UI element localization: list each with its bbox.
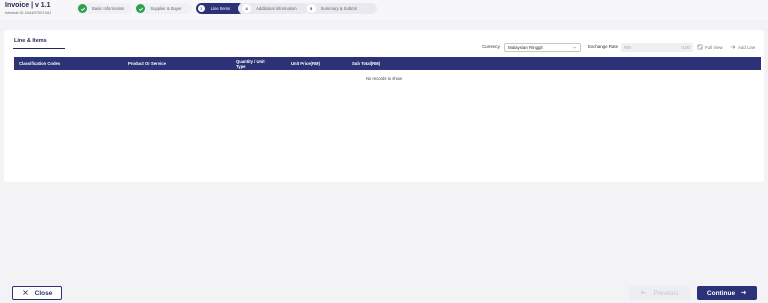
exchange-rate-prefix: RM (624, 45, 631, 50)
step-supplier-buyer[interactable]: Supplier & Buyer (134, 3, 192, 14)
check-icon (78, 4, 87, 13)
empty-table-message: No records to show (365, 76, 403, 81)
full-view-button[interactable]: Full View (697, 43, 723, 52)
column-header[interactable]: Unit Price(RM) (291, 57, 320, 70)
exchange-rate-value: 0.00 (681, 45, 690, 50)
close-icon (22, 289, 35, 298)
stepper: Basic Information Supplier & Buyer 3 Lin… (76, 3, 377, 14)
continue-button[interactable]: Continue (697, 286, 757, 300)
add-line-label: Add Line (738, 45, 756, 50)
step-label: Basic Information (92, 6, 125, 11)
full-view-label: Full View (705, 45, 723, 50)
chevron-down-icon (572, 45, 577, 51)
step-label: Line Items (210, 6, 231, 11)
add-line-button[interactable]: Add Line (730, 43, 755, 52)
step-line-items[interactable]: 3 Line Items (195, 3, 245, 14)
step-basic-information[interactable]: Basic Information (76, 3, 133, 14)
column-header[interactable]: Sub Total(RM) (352, 57, 380, 70)
line-items-card: Line & Items Currency Malaysian Ringgit … (4, 30, 764, 182)
tab-line-items[interactable]: Line & Items (14, 38, 47, 44)
arrow-right-icon (730, 44, 738, 51)
column-header[interactable]: Quantity / Unit Type (236, 57, 266, 70)
previous-label: Previous (653, 289, 679, 297)
exchange-rate-label: Exchange Rate (588, 44, 619, 49)
internal-id: Internal ID 244497007441 (5, 10, 52, 15)
step-number: 3 (196, 4, 206, 13)
tab-underline (13, 48, 65, 49)
step-number: 4 (242, 4, 252, 13)
step-label: Additional Information (256, 6, 297, 11)
check-icon (136, 4, 146, 13)
step-summary-submit[interactable]: 5 Summary & Submit (304, 3, 377, 14)
column-header[interactable]: Classification Codes (19, 57, 60, 70)
column-header[interactable]: Product Or Service (128, 57, 166, 70)
page-header: Invoice | v 1.1 Internal ID 244497007441… (0, 0, 768, 20)
step-additional-information[interactable]: 4 Additional Information (238, 3, 309, 14)
invoice-title: Invoice | v 1.1 (5, 2, 51, 9)
step-number: 5 (306, 4, 316, 13)
currency-select[interactable]: Malaysian Ringgit (504, 43, 581, 52)
previous-button[interactable]: Previous (629, 286, 690, 300)
close-label: Close (34, 289, 53, 297)
continue-label: Continue (706, 289, 736, 297)
step-label: Supplier & Buyer (150, 6, 182, 11)
currency-label: Currency (482, 44, 500, 49)
close-button[interactable]: Close (12, 286, 62, 300)
exchange-rate-input[interactable]: RM 0.00 (621, 43, 693, 52)
currency-value: Malaysian Ringgit (508, 45, 543, 50)
arrow-left-icon (640, 289, 653, 298)
full-view-icon (697, 44, 705, 51)
table-header: Classification Codes Product Or Service … (14, 57, 761, 70)
step-label: Summary & Submit (320, 6, 357, 11)
arrow-right-icon (735, 289, 747, 298)
